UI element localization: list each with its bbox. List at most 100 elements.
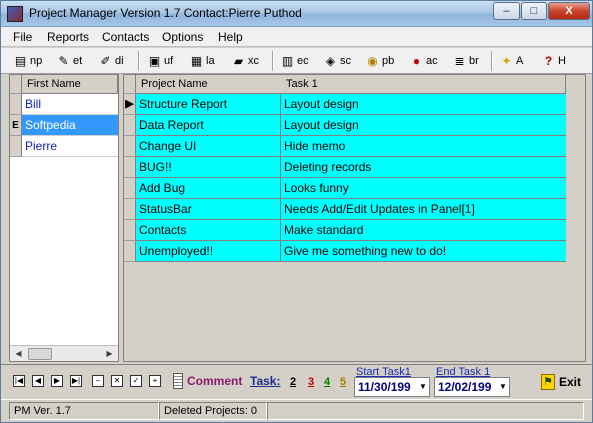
start-date-picker[interactable]: 11/30/199 ▼ [354,377,430,397]
project-name-cell[interactable]: Structure Report [136,94,281,114]
task-cell[interactable]: Hide memo [281,136,566,156]
task-4-link[interactable]: 4 [324,376,330,388]
menu-help[interactable]: Help [218,30,243,44]
column-header-first-name[interactable]: First Name [22,75,118,94]
project-name-cell[interactable]: Contacts [136,220,281,240]
comment-button[interactable]: Comment [187,374,242,388]
project-name-cell[interactable]: Add Bug [136,178,281,198]
projects-grid[interactable]: Project Name Task 1 ▶ Structure Report L… [123,74,586,362]
project-row[interactable]: Unemployed!! Give me something new to do… [136,241,566,262]
row-indicator[interactable] [10,94,22,115]
row-indicator[interactable] [124,220,136,241]
nav-delete-icon[interactable]: – [92,375,104,387]
nav-cancel-icon[interactable]: ✕ [111,375,123,387]
project-row[interactable]: Add Bug Looks funny [136,178,566,199]
row-indicator[interactable] [124,199,136,220]
row-indicator[interactable] [124,136,136,157]
nav-first-icon[interactable]: |◀ [13,375,25,387]
project-row[interactable]: StatusBar Needs Add/Edit Updates in Pane… [136,199,566,220]
toolbar-h-button[interactable]: ? H [541,51,566,71]
task-2-link[interactable]: 2 [290,376,296,388]
toolbar-h-label: H [558,55,566,67]
row-indicator[interactable] [124,115,136,136]
toolbar-a-button[interactable]: ✦ A [499,51,523,71]
row-indicator[interactable] [124,241,136,262]
minimize-button[interactable]: – [493,2,520,20]
toolbar-br-button[interactable]: ≣ br [452,51,479,71]
menu-contacts[interactable]: Contacts [102,30,149,44]
task-label: Task: [250,374,281,388]
title-bar[interactable]: Project Manager Version 1.7 Contact:Pier… [1,1,592,27]
toolbar-sc-button[interactable]: ◈ sc [323,51,351,71]
app-icon [7,6,23,22]
maximize-button[interactable]: □ [521,2,547,20]
task-cell[interactable]: Deleting records [281,157,566,177]
menu-file[interactable]: File [13,30,32,44]
task-cell[interactable]: Looks funny [281,178,566,198]
toolbar-ac-button[interactable]: ● ac [409,51,438,71]
project-row[interactable]: Data Report Layout design [136,115,566,136]
horizontal-scrollbar[interactable]: ◀ ▶ [10,345,118,361]
contact-row[interactable]: Bill [22,94,118,115]
comment-icon[interactable] [173,373,183,389]
toolbar-la-button[interactable]: ▦ la [189,51,215,71]
nav-prior-icon[interactable]: ◀ [32,375,44,387]
project-name-cell[interactable]: StatusBar [136,199,281,219]
task-cell[interactable]: Needs Add/Edit Updates in Panel[1] [281,199,566,219]
project-name-cell[interactable]: Change UI [136,136,281,156]
row-indicator[interactable] [124,157,136,178]
project-name-cell[interactable]: Unemployed!! [136,241,281,261]
menu-bar: File Reports Contacts Options Help [1,27,592,47]
edit-task-icon: ✎ [58,54,69,68]
diary-icon: ✐ [100,54,111,68]
contact-row[interactable]: Softpedia [22,115,118,136]
nav-post-icon[interactable]: ✓ [130,375,142,387]
contact-row[interactable]: Pierre [22,136,118,157]
scroll-left-icon[interactable]: ◀ [11,347,26,361]
project-row[interactable]: Structure Report Layout design [136,94,566,115]
project-row[interactable]: Contacts Make standard [136,220,566,241]
toolbar-np-button[interactable]: ▤ np [13,51,42,71]
task-3-link[interactable]: 3 [308,376,314,388]
task-cell[interactable]: Make standard [281,220,566,240]
task-5-link[interactable]: 5 [340,376,346,388]
toolbar-br-label: br [469,55,479,67]
toolbar-di-label: di [115,55,124,67]
menu-reports[interactable]: Reports [47,30,89,44]
task-cell[interactable]: Layout design [281,115,566,135]
end-date-picker[interactable]: 12/02/199 ▼ [434,377,510,397]
folder-icon: ▰ [233,54,244,68]
chevron-down-icon[interactable]: ▼ [497,378,509,396]
row-indicator-edit[interactable]: E [10,115,22,136]
column-header-task-1[interactable]: Task 1 [281,75,566,94]
toolbar-di-button[interactable]: ✐ di [98,51,124,71]
toolbar-uf-button[interactable]: ▣ uf [147,51,173,71]
task-cell[interactable]: Give me something new to do! [281,241,566,261]
close-button[interactable]: X [548,2,590,20]
toolbar-et-button[interactable]: ✎ et [56,51,82,71]
nav-insert-icon[interactable]: + [149,375,161,387]
browse-icon: ≣ [454,54,465,68]
toolbar-uf-label: uf [164,55,174,67]
menu-options[interactable]: Options [162,30,203,44]
toolbar-ec-button[interactable]: ▥ ec [280,51,309,71]
scroll-thumb[interactable] [28,348,52,360]
nav-last-icon[interactable]: ▶| [70,375,82,387]
exit-runner-icon[interactable]: ⚑ [541,374,555,390]
current-row-arrow-icon[interactable]: ▶ [124,94,136,115]
project-name-cell[interactable]: BUG!! [136,157,281,177]
project-name-cell[interactable]: Data Report [136,115,281,135]
nav-next-icon[interactable]: ▶ [51,375,63,387]
project-row[interactable]: Change UI Hide memo [136,136,566,157]
project-row[interactable]: BUG!! Deleting records [136,157,566,178]
toolbar-pb-button[interactable]: ◉ pb [365,51,394,71]
row-indicator[interactable] [10,136,22,157]
toolbar-xc-button[interactable]: ▰ xc [231,51,259,71]
task-cell[interactable]: Layout design [281,94,566,114]
exit-button[interactable]: Exit [559,375,581,389]
row-indicator[interactable] [124,178,136,199]
scroll-right-icon[interactable]: ▶ [102,347,117,361]
contacts-grid[interactable]: First Name Bill E Softpedia Pierre ◀ ▶ [9,74,119,362]
chevron-down-icon[interactable]: ▼ [417,378,429,396]
column-header-project-name[interactable]: Project Name [136,75,282,94]
